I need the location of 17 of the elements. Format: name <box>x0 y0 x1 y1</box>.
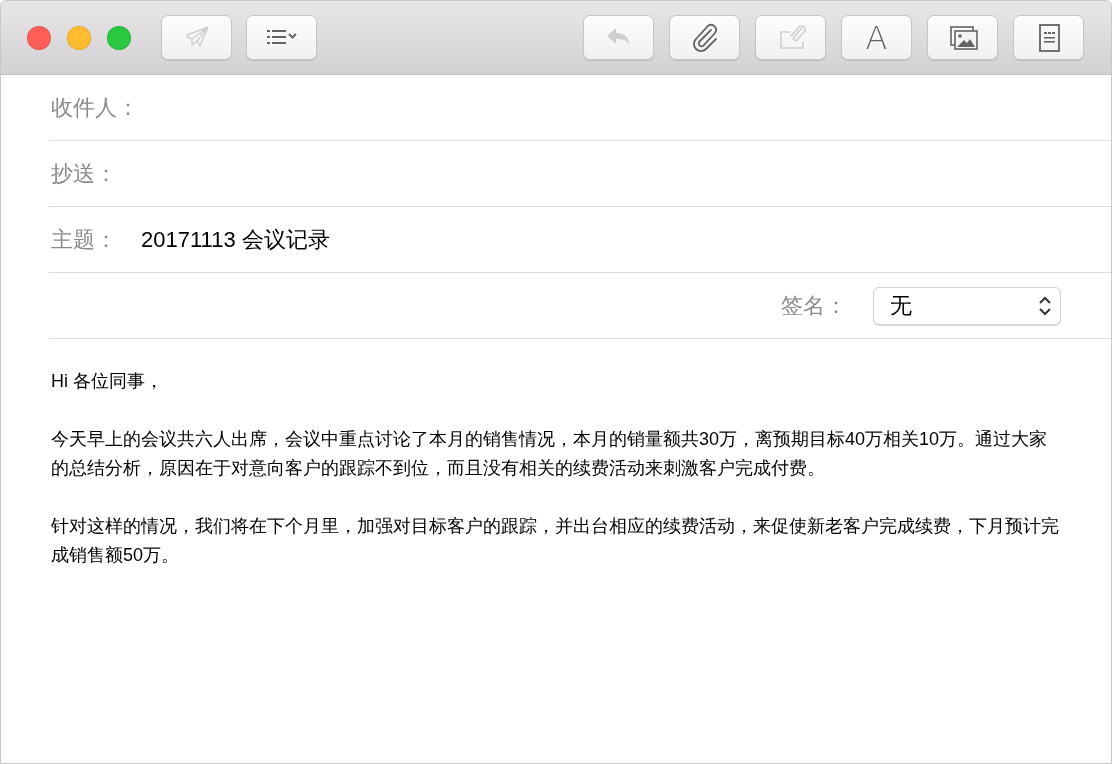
photos-button[interactable] <box>927 15 998 60</box>
attach-button[interactable] <box>669 15 740 60</box>
signature-label: 签名： <box>781 292 847 320</box>
body-paragraph: 今天早上的会议共六人出席，会议中重点讨论了本月的销售情况，本月的销量额共30万，离预期目标40万相关10万。通过大家的总结分析，原因在于对意向客户的跟踪不到位，而且没有相关的续费活动来刺激客户完成付费。 <box>51 428 1049 480</box>
list-button[interactable] <box>246 15 317 60</box>
signature-dropdown[interactable]: 无 <box>873 286 1061 325</box>
template-button[interactable] <box>1013 15 1084 60</box>
input-field[interactable]: 20171113 会议记录 <box>141 219 1111 260</box>
field-label: 抄送： <box>50 160 118 188</box>
minimize-button[interactable] <box>67 25 91 50</box>
field-label: 收件人： <box>50 94 140 122</box>
body-paragraph: Hi 各位同事， <box>51 370 164 393</box>
zoom-button[interactable] <box>107 25 131 50</box>
body-paragraph: 针对这样的情况，我们将在下个月里，加强对目标客户的跟踪，并出台相应的续费活动，来促使新老客户完成续费，下月预计完成销售额50万。 <box>51 515 1060 567</box>
field-label: 主题： <box>50 226 118 254</box>
font-button[interactable]: A <box>841 15 912 60</box>
close-button[interactable] <box>27 25 51 50</box>
